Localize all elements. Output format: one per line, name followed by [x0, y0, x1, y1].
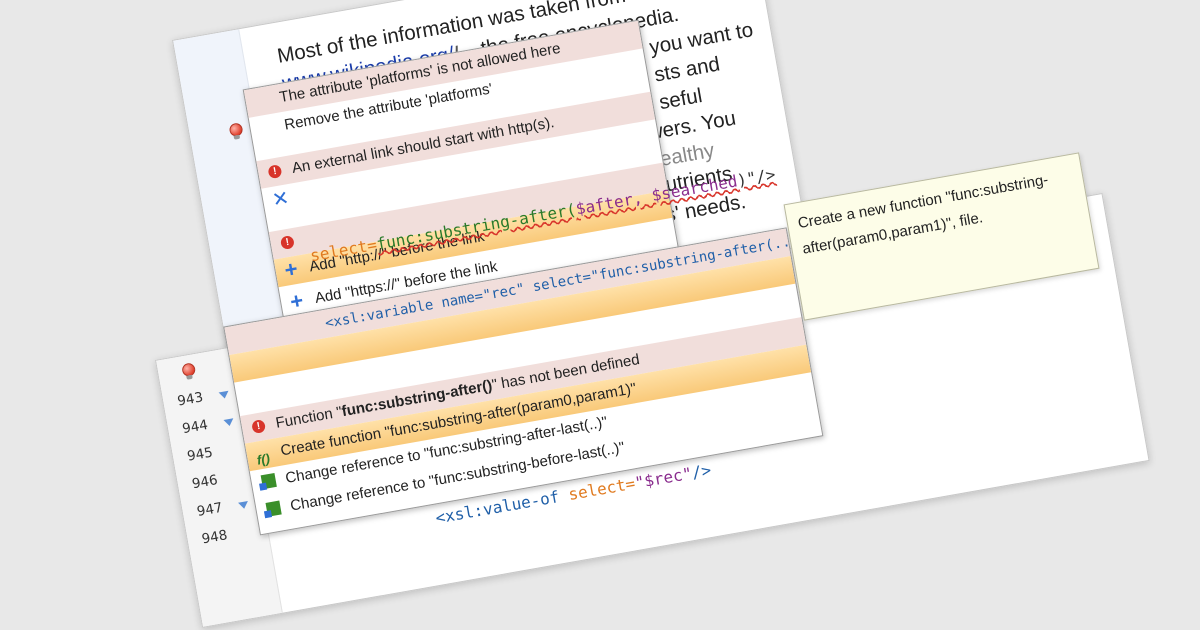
- error-icon: !: [267, 164, 283, 180]
- add-icon: +: [288, 287, 306, 315]
- error-icon: !: [279, 235, 295, 251]
- remove-icon: ✕: [270, 187, 291, 212]
- change-reference-icon: [260, 472, 277, 490]
- add-icon: +: [282, 255, 300, 283]
- error-icon: !: [251, 418, 267, 435]
- fix-description-tooltip: Create a new function "func:substring-af…: [783, 152, 1100, 321]
- doc-line: seful: [657, 83, 704, 115]
- change-reference-icon: [265, 500, 282, 517]
